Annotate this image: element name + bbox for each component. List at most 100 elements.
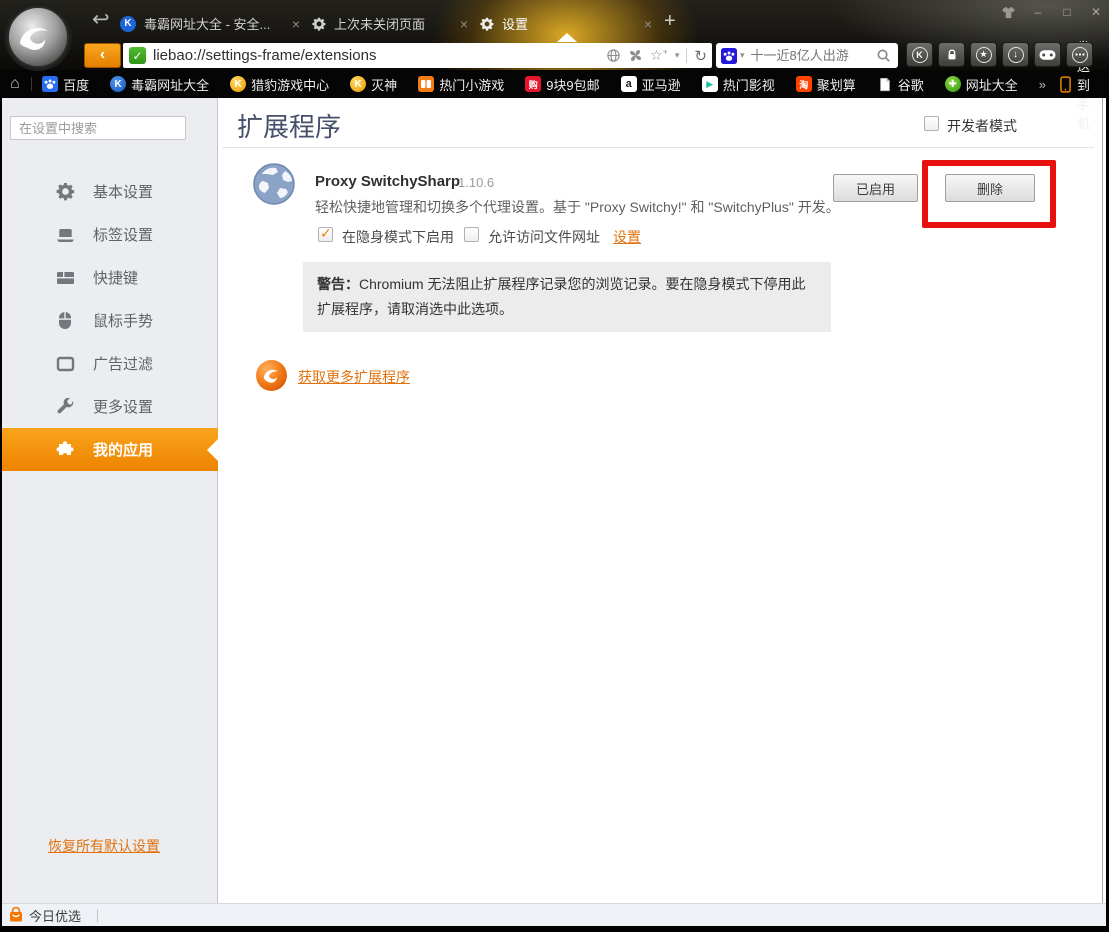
sidebar-item-shortcuts[interactable]: 快捷键 — [0, 256, 218, 299]
bookmarks-bar: ⌂ 百度 K毒霸网址大全 K猎豹游戏中心 K灭神 热门小游戏 购9块9包邮 a亚… — [0, 70, 1109, 98]
bookmark-hot-video[interactable]: ▶热门影视 — [702, 75, 775, 94]
annotation-red-box — [922, 160, 1056, 228]
mouse-icon — [53, 311, 77, 330]
toolbar-search-box[interactable]: ▾ — [716, 43, 898, 68]
sidebar-item-more-settings[interactable]: 更多设置 — [0, 385, 218, 428]
settings-page: 基本设置 标签设置 快捷键 鼠标手势 广告过滤 — [0, 98, 1109, 903]
video-play-icon: ▶ — [702, 76, 718, 92]
bookmark-label: 猎豹游戏中心 — [251, 75, 329, 94]
warning-text: Chromium 无法阻止扩展程序记录您的浏览记录。要在隐身模式下停用此扩展程序… — [317, 276, 805, 317]
bookmark-google[interactable]: 谷歌 — [877, 75, 924, 94]
daily-picks-bag-icon[interactable] — [8, 907, 24, 923]
divider — [97, 909, 98, 922]
bookmark-label: 热门小游戏 — [439, 75, 504, 94]
favorites-star-button[interactable]: ★ — [970, 42, 997, 67]
daily-picks-label[interactable]: 今日优选 — [29, 906, 81, 925]
maximize-button[interactable]: □ — [1055, 3, 1079, 21]
search-engine-caret-icon[interactable]: ▾ — [740, 50, 745, 61]
downloads-button[interactable]: ↓ — [1002, 42, 1029, 67]
window-bottom-frame — [0, 926, 1109, 932]
duba-k-button[interactable]: K — [906, 42, 933, 67]
tab-label: 设置 — [502, 14, 638, 33]
divider — [686, 48, 687, 63]
puzzle-icon — [53, 441, 77, 459]
bookmark-caret-icon[interactable]: ▾ — [675, 50, 680, 61]
tab-last-session[interactable]: 上次未关闭页面 × — [312, 7, 468, 40]
privacy-lock-button[interactable] — [938, 42, 965, 67]
bookmark-baidu[interactable]: 百度 — [42, 75, 89, 94]
settings-menu: 基本设置 标签设置 快捷键 鼠标手势 广告过滤 — [0, 170, 218, 471]
tab-duba-site[interactable]: K 毒霸网址大全 - 安全... × — [120, 7, 300, 40]
bookmark-star-add-icon[interactable]: ☆+ — [650, 47, 668, 64]
settings-content: 扩展程序 开发者模式 Proxy SwitchySharp 1.10.6 轻松快… — [218, 98, 1109, 903]
phone-icon — [1060, 76, 1071, 93]
bookmark-9kuai9[interactable]: 购9块9包邮 — [525, 75, 599, 94]
extension-globe-icon — [252, 162, 296, 211]
file-urls-checkbox[interactable] — [464, 227, 479, 242]
settings-search-input[interactable] — [10, 116, 186, 140]
gear-icon — [53, 182, 77, 201]
k-gold-icon: K — [350, 76, 366, 92]
developer-mode-checkbox[interactable] — [924, 116, 939, 131]
tab-label: 毒霸网址大全 - 安全... — [144, 14, 286, 33]
search-magnifier-icon[interactable] — [876, 48, 891, 63]
page-icon — [877, 76, 893, 92]
sidebar-item-label: 基本设置 — [93, 181, 153, 202]
home-icon[interactable]: ⌂ — [10, 75, 20, 93]
extension-name: Proxy SwitchySharp — [315, 173, 460, 190]
tab-close-icon[interactable]: × — [644, 16, 652, 32]
sidebar-item-tab-settings[interactable]: 标签设置 — [0, 213, 218, 256]
sidebar-item-mouse-gestures[interactable]: 鼠标手势 — [0, 299, 218, 342]
baidu-paw-icon[interactable] — [721, 48, 737, 64]
get-more-extensions-link[interactable]: 获取更多扩展程序 — [298, 367, 410, 387]
more-menu-button[interactable] — [1066, 42, 1093, 67]
sidebar-item-basic-settings[interactable]: 基本设置 — [0, 170, 218, 213]
bookmarks-overflow-icon[interactable]: » — [1039, 77, 1046, 92]
sidebar-item-label: 更多设置 — [93, 396, 153, 417]
bookmark-label: 9块9包邮 — [546, 75, 599, 94]
tab-close-icon[interactable]: × — [460, 16, 468, 32]
sidebar-item-label: 快捷键 — [93, 267, 138, 288]
bookmark-label: 网址大全 — [966, 75, 1018, 94]
minimize-button[interactable]: – — [1026, 3, 1050, 21]
toolbar-search-input[interactable] — [749, 47, 876, 64]
tab-close-icon[interactable]: × — [292, 16, 300, 32]
new-tab-button[interactable]: + — [664, 11, 676, 31]
history-back-icon[interactable]: ↩ — [92, 9, 110, 30]
extension-options-link[interactable]: 设置 — [613, 227, 641, 247]
games-gamepad-button[interactable] — [1034, 42, 1061, 67]
bookmark-duba-sites[interactable]: K毒霸网址大全 — [110, 75, 209, 94]
bookmark-mieshen[interactable]: K灭神 — [350, 75, 397, 94]
sidebar-item-ad-filter[interactable]: 广告过滤 — [0, 342, 218, 385]
k-favicon: K — [120, 16, 136, 32]
theme-skin-icon[interactable] — [996, 3, 1020, 21]
enabled-button[interactable]: 已启用 — [833, 174, 918, 202]
refresh-icon[interactable]: ↻ — [694, 47, 707, 65]
globe-icon[interactable] — [606, 48, 621, 63]
safe-site-check-icon[interactable]: ✓ — [129, 47, 146, 64]
sidebar-item-label: 广告过滤 — [93, 353, 153, 374]
bookmark-mini-games[interactable]: 热门小游戏 — [418, 75, 504, 94]
browser-top-chrome: ↩ K 毒霸网址大全 - 安全... × 上次未关闭页面 × 设置 × + – … — [0, 0, 1109, 70]
address-bar[interactable]: ✓ liebao://settings-frame/extensions ☆+ … — [123, 43, 712, 68]
bookmark-label: 谷歌 — [898, 75, 924, 94]
close-button[interactable]: ✕ — [1084, 3, 1108, 21]
extension-version: 1.10.6 — [458, 175, 494, 190]
incognito-checkbox[interactable]: ✓ — [318, 227, 333, 242]
bookmark-liebao-games[interactable]: K猎豹游戏中心 — [230, 75, 329, 94]
restore-defaults-link[interactable]: 恢复所有默认设置 — [48, 836, 160, 856]
window-outline-icon — [53, 356, 77, 372]
url-text[interactable]: liebao://settings-frame/extensions — [153, 47, 376, 64]
bookmark-site-nav[interactable]: ✚网址大全 — [945, 75, 1018, 94]
developer-mode-label: 开发者模式 — [947, 116, 1017, 136]
extension-description: 轻松快捷地管理和切换多个代理设置。基于 "Proxy Switchy!" 和 "… — [315, 197, 855, 217]
bookmark-label: 亚马逊 — [642, 75, 681, 94]
bookmark-amazon[interactable]: a亚马逊 — [621, 75, 681, 94]
bookmark-juhuasuan[interactable]: 淘聚划算 — [796, 75, 856, 94]
wrench-icon — [53, 398, 77, 416]
gear-icon — [312, 17, 326, 31]
navigate-back-button[interactable]: ‹ — [84, 43, 121, 68]
liebao-browser-logo[interactable] — [3, 2, 73, 72]
pinwheel-icon[interactable] — [628, 48, 643, 63]
sidebar-item-my-apps[interactable]: 我的应用 — [0, 428, 218, 471]
